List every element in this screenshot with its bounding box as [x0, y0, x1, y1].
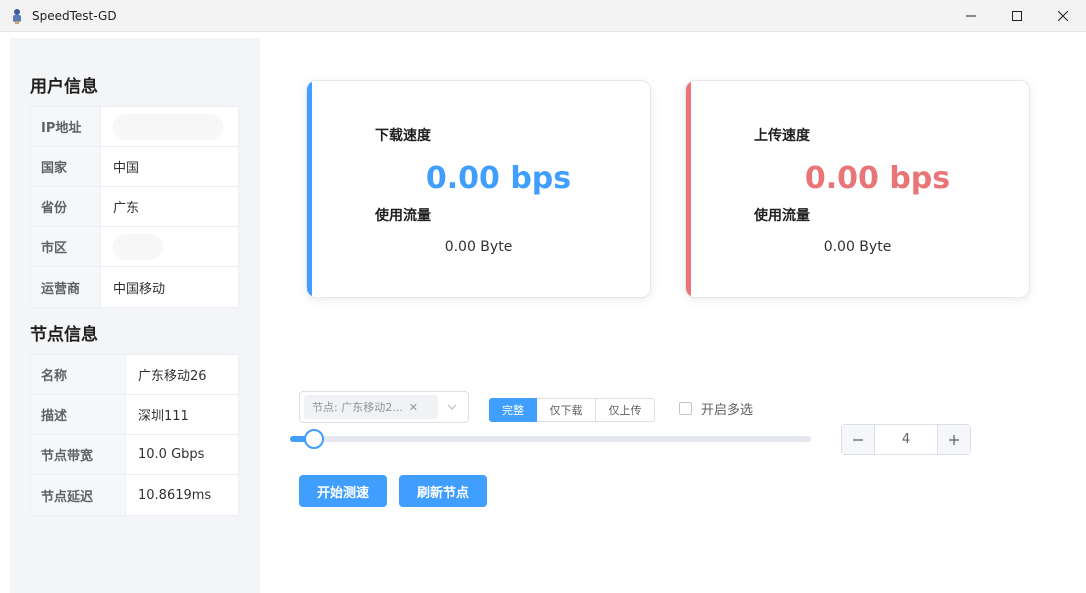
refresh-nodes-button[interactable]: 刷新节点	[399, 475, 487, 507]
close-icon	[1058, 11, 1068, 21]
upload-label: 上传速度	[754, 128, 810, 144]
country-value: 中国	[113, 161, 140, 176]
mode-download-only-button[interactable]: 仅下载	[537, 398, 596, 422]
info-key: IP地址	[31, 107, 101, 146]
thread-count-input[interactable]: 4	[875, 425, 937, 454]
info-key: 运营商	[31, 267, 101, 307]
decrease-button[interactable]	[842, 425, 875, 454]
maximize-button[interactable]	[994, 0, 1040, 32]
node-info-row-latency: 节点延迟 10.8619ms	[31, 475, 238, 515]
city-value	[101, 227, 238, 266]
download-card: 下载速度 0.00 bps 使用流量 0.00 Byte	[306, 80, 651, 298]
node-info-row-bandwidth: 节点带宽 10.0 Gbps	[31, 435, 238, 475]
minimize-button[interactable]	[948, 0, 994, 32]
node-tag-label: 节点: 广东移动2...	[312, 401, 403, 414]
info-key: 省份	[31, 187, 101, 226]
sidebar: 用户信息 IP地址 国家 中国 省份 广东 市区 运营商 中国移动 节点信息 名…	[10, 38, 260, 593]
app-logo-icon	[9, 8, 25, 24]
user-info-row-country: 国家 中国	[31, 147, 238, 187]
download-label: 下载速度	[375, 128, 431, 144]
user-info-row-city: 市区	[31, 227, 238, 267]
close-button[interactable]	[1040, 0, 1086, 32]
upload-card: 上传速度 0.00 bps 使用流量 0.00 Byte	[685, 80, 1030, 298]
ip-value	[101, 107, 238, 146]
plus-icon	[949, 434, 959, 445]
download-traffic: 0.00 Byte	[444, 239, 513, 255]
upload-traffic-label: 使用流量	[754, 208, 810, 224]
user-info-table: IP地址 国家 中国 省份 广东 市区 运营商 中国移动	[30, 106, 239, 308]
node-info-table: 名称 广东移动26 描述 深圳111 节点带宽 10.0 Gbps 节点延迟 1…	[30, 354, 239, 516]
thread-slider-track[interactable]	[290, 436, 811, 442]
upload-traffic: 0.00 Byte	[823, 239, 892, 255]
chevron-down-icon	[447, 404, 457, 410]
user-info-row-province: 省份 广东	[31, 187, 238, 227]
download-speed: 0.00 bps	[425, 161, 572, 196]
download-traffic-label: 使用流量	[375, 208, 431, 224]
node-name-value: 广东移动26	[138, 369, 207, 384]
thread-slider-thumb[interactable]	[304, 429, 324, 449]
user-info-row-ip: IP地址	[31, 107, 238, 147]
user-info-title: 用户信息	[30, 77, 98, 97]
redacted-ip	[113, 113, 223, 140]
isp-value: 中国移动	[113, 281, 166, 297]
mode-segmented-control: 完整 仅下载 仅上传	[489, 398, 655, 422]
info-key: 节点带宽	[31, 435, 126, 474]
window-title: SpeedTest-GD	[32, 8, 117, 23]
node-desc-value: 深圳111	[138, 409, 189, 424]
title-bar: SpeedTest-GD	[0, 0, 1086, 32]
node-info-row-name: 名称 广东移动26	[31, 355, 238, 395]
node-latency-value: 10.8619ms	[138, 487, 212, 503]
maximize-icon	[1012, 11, 1022, 21]
start-test-button[interactable]: 开始测速	[299, 475, 387, 507]
user-info-row-isp: 运营商 中国移动	[31, 267, 238, 307]
info-key: 描述	[31, 395, 126, 434]
redacted-city	[113, 233, 163, 260]
info-key: 名称	[31, 355, 126, 394]
mode-full-button[interactable]: 完整	[489, 398, 537, 422]
increase-button[interactable]	[937, 425, 970, 454]
info-key: 国家	[31, 147, 101, 186]
minus-icon	[853, 438, 863, 441]
info-key: 市区	[31, 227, 101, 266]
minimize-icon	[966, 15, 976, 17]
checkbox-box[interactable]	[679, 402, 692, 415]
mode-upload-only-button[interactable]: 仅上传	[596, 398, 655, 422]
node-info-row-desc: 描述 深圳111	[31, 395, 238, 435]
node-tag: 节点: 广东移动2... ✕	[304, 395, 438, 419]
thread-stepper: 4	[841, 424, 971, 455]
tag-close-icon[interactable]: ✕	[409, 401, 418, 414]
node-bandwidth-value: 10.0 Gbps	[138, 447, 205, 462]
info-key: 节点延迟	[31, 475, 126, 515]
upload-speed: 0.00 bps	[804, 161, 951, 196]
multi-select-label: 开启多选	[701, 403, 754, 418]
multi-select-checkbox[interactable]: 开启多选	[679, 399, 753, 418]
node-select[interactable]: 节点: 广东移动2... ✕	[299, 391, 469, 423]
province-value: 广东	[113, 201, 140, 216]
node-info-title: 节点信息	[30, 325, 98, 345]
